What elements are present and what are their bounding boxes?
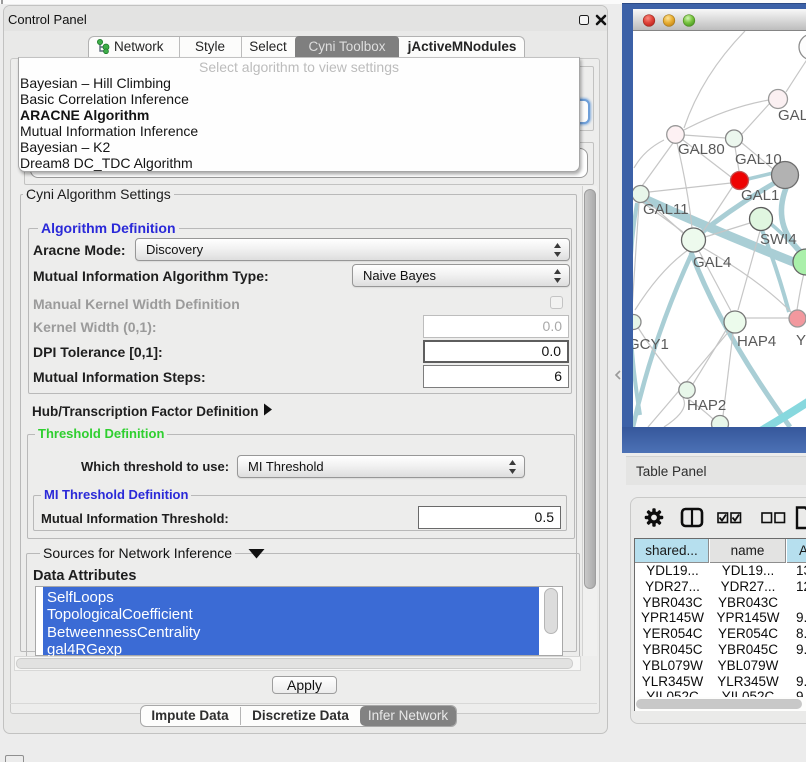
svg-text:GAL80: GAL80 (678, 141, 725, 158)
svg-text:GAL11: GAL11 (643, 201, 689, 218)
svg-text:SWI4: SWI4 (760, 231, 797, 248)
svg-text:GAL10: GAL10 (735, 151, 782, 168)
svg-text:GAL: GAL (778, 107, 806, 124)
svg-text:GAL4: GAL4 (693, 254, 731, 271)
svg-text:HAP4: HAP4 (737, 333, 776, 350)
svg-text:Y: Y (796, 332, 806, 349)
svg-text:HAP2: HAP2 (687, 397, 726, 414)
svg-text:GAL1: GAL1 (741, 187, 779, 204)
svg-text:GCY1: GCY1 (633, 336, 669, 353)
